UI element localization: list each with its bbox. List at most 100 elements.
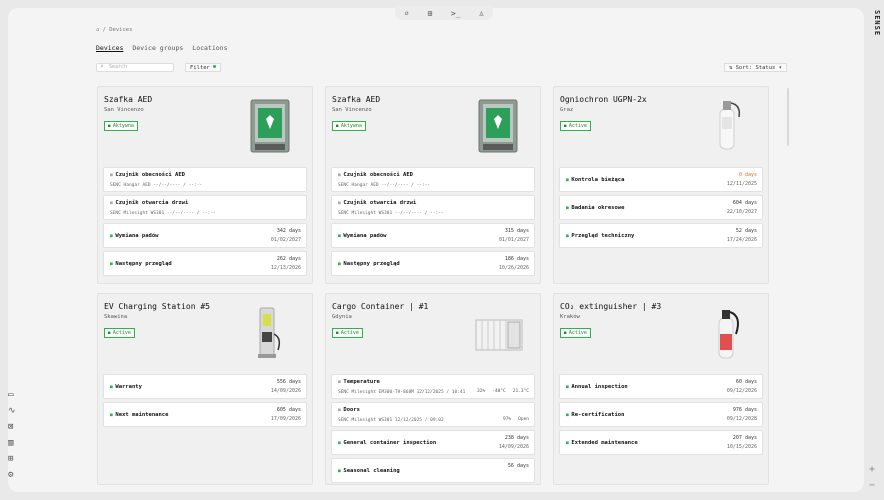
schedule-row[interactable]: Warranty 556 days 14/09/2026: [103, 374, 307, 399]
due-date: 12/13/2026: [270, 265, 301, 271]
sensor-reading: Open: [518, 417, 529, 422]
tab-device-groups[interactable]: Device groups: [132, 44, 183, 52]
device-title[interactable]: CO₂ extinguisher | #3: [560, 302, 661, 311]
tab-devices[interactable]: Devices: [96, 44, 123, 52]
extinguisher-image: [710, 95, 744, 155]
days-remaining: 604 days: [732, 200, 757, 206]
days-remaining: 56 days: [507, 463, 529, 469]
sensor-row[interactable]: Czujnik obecności AED SENC Hangar AED --/…: [103, 167, 307, 192]
nav-columns-icon[interactable]: ▥: [8, 438, 18, 448]
sensor-row[interactable]: Czujnik otwarcia drzwi SENC Milesight WS3…: [331, 195, 535, 220]
sort-dropdown[interactable]: ⇅ Sort: Status ▾: [724, 63, 787, 72]
sensor-meta: SENC Hangar AED --/--/---- / --:--: [338, 183, 431, 188]
days-remaining: 342 days: [276, 228, 301, 234]
days-remaining: 605 days: [276, 407, 301, 413]
due-date: 10/15/2026: [726, 444, 757, 450]
schedule-row[interactable]: Extended maintenance 207 days 10/15/2026: [559, 430, 763, 455]
left-nav: ▭ ∿ ⊠ ▥ ⊞ ⚙: [8, 390, 18, 480]
device-title[interactable]: EV Charging Station #5: [104, 302, 210, 311]
due-date: 01/02/2027: [270, 237, 301, 243]
schedule-row[interactable]: Wymiana padów 342 days 01/02/2027: [103, 223, 307, 248]
row-label: Extended maintenance: [566, 440, 637, 446]
sensor-row[interactable]: Doors SENC Milesight WS301 12/12/2025 / 0…: [331, 402, 535, 427]
filter-active-dot: [213, 65, 217, 68]
search-input[interactable]: Search: [96, 63, 174, 72]
due-date: 14/09/2026: [498, 444, 529, 450]
due-date: 10/26/2026: [498, 265, 529, 271]
aed-cabinet-image: [478, 99, 518, 157]
days-remaining: 238 days: [504, 435, 529, 441]
days-remaining: 60 days: [735, 379, 757, 385]
row-label: Kontrola bieżąca: [566, 177, 624, 183]
sensor-row[interactable]: Czujnik obecności AED SENC Hangar AED --/…: [331, 167, 535, 192]
nav-settings-icon[interactable]: ⚙: [8, 470, 18, 480]
tab-locations[interactable]: Locations: [192, 44, 227, 52]
status-badge: Active: [560, 328, 591, 338]
schedule-row[interactable]: Seasonal cleaning 56 days: [331, 458, 535, 483]
search-icon[interactable]: ⌕: [404, 9, 409, 18]
schedule-row[interactable]: Badania okresowe 604 days 22/10/2027: [559, 195, 763, 220]
filter-label: Filter: [190, 65, 210, 71]
row-label: Re-certification: [566, 412, 624, 418]
scrollbar[interactable]: [787, 88, 789, 146]
row-label: Badania okresowe: [566, 205, 624, 211]
due-date: 14/09/2026: [270, 388, 301, 394]
container-image: [474, 316, 524, 358]
device-title[interactable]: Szafka AED: [332, 95, 380, 104]
schedule-row[interactable]: Next maintenance 605 days 17/09/2026: [103, 402, 307, 427]
device-title[interactable]: Ogniochron UGPN-2x: [560, 95, 647, 104]
row-label: Czujnik obecności AED: [338, 172, 413, 178]
nav-box-icon[interactable]: ⊠: [8, 422, 18, 432]
due-date: 01/01/2027: [498, 237, 529, 243]
zoom-in-button[interactable]: +: [869, 464, 875, 475]
due-date: 17/09/2026: [270, 416, 301, 422]
device-location: San Vincenzo: [104, 107, 144, 113]
nav-toolbox-icon[interactable]: ▭: [8, 390, 18, 400]
sensor-meta: SENC Hangar AED --/--/---- / --:--: [110, 183, 203, 188]
device-location: Kraków: [560, 314, 580, 320]
schedule-row[interactable]: Re-certification 976 days 09/12/2028: [559, 402, 763, 427]
add-icon[interactable]: ⊞: [428, 9, 433, 18]
nav-signal-icon[interactable]: ∿: [8, 406, 18, 416]
due-date: 12/11/2025: [726, 181, 757, 187]
terminal-icon[interactable]: >_: [451, 9, 461, 18]
days-remaining: 186 days: [504, 256, 529, 262]
breadcrumb: ⌂ / Devices: [96, 27, 133, 33]
top-toolbar: ⌕ ⊞ >_ ♙: [395, 6, 493, 20]
schedule-row[interactable]: Annual inspection 60 days 09/12/2026: [559, 374, 763, 399]
zoom-out-button[interactable]: −: [869, 480, 875, 491]
device-card[interactable]: Szafka AED San Vincenzo Aktywna Czujnik obe…: [97, 86, 313, 284]
device-location: Graz: [560, 107, 574, 113]
device-card[interactable]: CO₂ extinguisher | #3 Kraków Active Annual …: [553, 293, 769, 485]
status-badge: Active: [332, 328, 363, 338]
device-location: San Vincenzo: [332, 107, 372, 113]
schedule-row[interactable]: Następny przegląd 262 days 12/13/2026: [103, 251, 307, 276]
device-title[interactable]: Szafka AED: [104, 95, 152, 104]
days-remaining: 315 days: [504, 228, 529, 234]
device-card[interactable]: EV Charging Station #5 Skawina Active Warra…: [97, 293, 313, 485]
sensor-reading: 21.3°C: [512, 389, 529, 394]
schedule-row[interactable]: Przegląd techniczny 52 days 17/24/2026: [559, 223, 763, 248]
row-label: Annual inspection: [566, 384, 627, 390]
row-label: Temperature: [338, 379, 379, 385]
sensor-readings: 32% -40°C 21.3°C: [477, 389, 529, 394]
schedule-row[interactable]: Kontrola bieżąca 0 days 12/11/2025: [559, 167, 763, 192]
device-card[interactable]: Szafka AED San Vincenzo Aktywna Czujnik obe…: [325, 86, 541, 284]
sensor-meta: SENC Milesight EM300-TH-868M 12/12/2025 …: [338, 390, 466, 395]
days-remaining: 976 days: [732, 407, 757, 413]
status-badge: Aktywna: [332, 121, 366, 131]
filter-button[interactable]: Filter: [185, 63, 222, 72]
schedule-row[interactable]: Wymiana padów 315 days 01/01/2027: [331, 223, 535, 248]
sensor-row[interactable]: Temperature SENC Milesight EM300-TH-868M …: [331, 374, 535, 399]
sensor-row[interactable]: Czujnik otwarcia drzwi SENC Milesight WS3…: [103, 195, 307, 220]
device-card[interactable]: Ogniochron UGPN-2x Graz Active Kontrola bie…: [553, 86, 769, 284]
row-label: Czujnik otwarcia drzwi: [110, 200, 188, 206]
schedule-row[interactable]: General container inspection 238 days 14/0…: [331, 430, 535, 455]
row-label: Przegląd techniczny: [566, 233, 634, 239]
device-title[interactable]: Cargo Container | #1: [332, 302, 428, 311]
nav-grid-icon[interactable]: ⊞: [8, 454, 18, 464]
days-remaining: 556 days: [276, 379, 301, 385]
schedule-row[interactable]: Następny przegląd 186 days 10/26/2026: [331, 251, 535, 276]
user-icon[interactable]: ♙: [479, 9, 484, 18]
device-card[interactable]: Cargo Container | #1 Gdynia Active Temperat…: [325, 293, 541, 485]
